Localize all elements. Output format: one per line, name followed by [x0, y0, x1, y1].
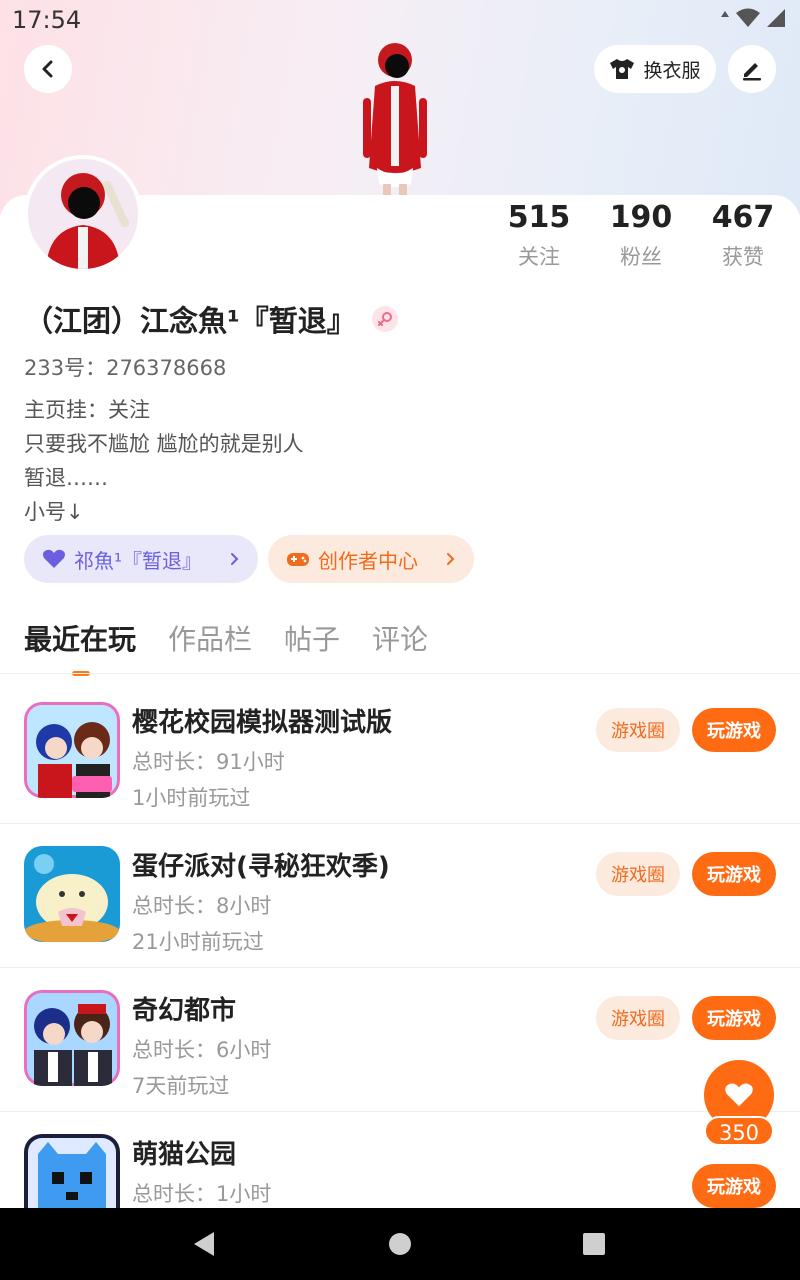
tab-recently-played[interactable]: 最近在玩 — [24, 618, 137, 676]
back-button[interactable] — [24, 45, 72, 93]
chevron-right-icon — [231, 553, 239, 565]
creator-center-label: 创作者中心 — [318, 548, 418, 573]
game-icon-cat-park — [24, 1134, 120, 1208]
game-title: 樱花校园模拟器测试版 — [132, 708, 393, 738]
tshirt-icon — [610, 59, 635, 79]
game-icon-eggy-party — [24, 846, 120, 942]
tab-posts[interactable]: 帖子 — [284, 618, 340, 658]
stat-following-label: 关注 — [518, 245, 560, 269]
stat-followers-label: 粉丝 — [620, 245, 662, 269]
profile-tabs: 最近在玩 作品栏 帖子 评论 — [24, 618, 428, 676]
tab-recently-played-label: 最近在玩 — [24, 623, 137, 656]
stat-likes-value: 467 — [711, 200, 775, 235]
friend-link-label: 祁魚¹『暂退』 — [74, 548, 203, 573]
like-count-badge: 350 — [704, 1116, 774, 1146]
game-duration: 总时长：91小时 — [132, 750, 285, 774]
system-navigation-bar — [0, 1208, 800, 1280]
game-circle-button[interactable]: 游戏圈 — [596, 708, 680, 752]
tab-comments-label: 评论 — [372, 623, 429, 656]
change-outfit-button[interactable]: 换衣服 — [594, 45, 716, 93]
stat-followers[interactable]: 190 粉丝 — [591, 200, 691, 271]
game-title: 蛋仔派对(寻秘狂欢季) — [132, 852, 390, 882]
stat-followers-value: 190 — [609, 200, 673, 235]
change-outfit-label: 换衣服 — [643, 59, 701, 82]
game-last-played: 21小时前玩过 — [132, 930, 264, 954]
creator-center-pill[interactable]: 创作者中心 — [268, 535, 474, 583]
battery-icon — [767, 9, 785, 27]
game-title: 萌猫公园 — [132, 1140, 237, 1170]
profile-bio: 主页挂：关注 只要我不尴尬 尴尬的就是别人 暂退…… 小号↓ — [24, 393, 304, 529]
female-gender-icon — [371, 306, 398, 332]
game-list-item[interactable]: 樱花校园模拟器测试版 总时长：91小时 1小时前玩过 游戏圈 玩游戏 — [0, 680, 800, 824]
game-icon-fantasy-city — [24, 990, 120, 1086]
bio-line: 主页挂：关注 — [24, 398, 150, 422]
game-circle-button[interactable]: 游戏圈 — [596, 996, 680, 1040]
avatar-image — [28, 159, 138, 269]
bio-line: 暂退…… — [24, 466, 108, 490]
play-game-button[interactable]: 玩游戏 — [692, 1164, 776, 1208]
game-list-item[interactable]: 萌猫公园 总时长：1小时 玩游戏 — [0, 1112, 800, 1208]
game-title: 奇幻都市 — [132, 996, 237, 1026]
play-game-button[interactable]: 玩游戏 — [692, 996, 776, 1040]
avatar-character-figure — [363, 43, 427, 196]
game-duration: 总时长：8小时 — [132, 894, 272, 918]
game-last-played: 1小时前玩过 — [132, 786, 251, 810]
bio-line: 小号↓ — [24, 500, 84, 524]
game-list-item[interactable]: 蛋仔派对(寻秘狂欢季) 总时长：8小时 21小时前玩过 游戏圈 玩游戏 — [0, 824, 800, 968]
bio-line: 只要我不尴尬 尴尬的就是别人 — [24, 432, 304, 456]
nav-back-icon[interactable] — [190, 1230, 218, 1258]
status-icons — [720, 8, 786, 28]
chevron-left-icon — [42, 60, 53, 78]
status-time: 17:54 — [12, 6, 82, 34]
tab-posts-label: 帖子 — [284, 623, 341, 656]
tab-comments[interactable]: 评论 — [372, 618, 428, 658]
game-list-item[interactable]: 奇幻都市 总时长：6小时 7天前玩过 游戏圈 玩游戏 — [0, 968, 800, 1112]
game-circle-button[interactable]: 游戏圈 — [596, 852, 680, 896]
game-duration: 总时长：6小时 — [132, 1038, 272, 1062]
profile-uid: 233号：276378668 — [24, 356, 227, 380]
heart-icon — [43, 549, 65, 568]
nav-home-icon[interactable] — [388, 1230, 412, 1258]
pencil-icon — [743, 63, 761, 81]
profile-username-row: （江团）江念魚¹『暂退』 — [24, 298, 398, 340]
game-icon-sakura — [24, 702, 120, 798]
tabs-divider — [0, 673, 800, 674]
play-game-button[interactable]: 玩游戏 — [692, 708, 776, 752]
avatar[interactable] — [24, 155, 142, 273]
game-duration: 总时长：1小时 — [132, 1182, 272, 1206]
friend-link-pill[interactable]: 祁魚¹『暂退』 — [24, 535, 258, 583]
stat-likes[interactable]: 467 获赞 — [693, 200, 793, 271]
chevron-right-icon — [447, 553, 455, 565]
tab-works-label: 作品栏 — [168, 623, 253, 656]
heart-icon — [725, 1083, 753, 1107]
game-last-played: 7天前玩过 — [132, 1074, 230, 1098]
wifi-icon — [736, 8, 760, 27]
play-game-button[interactable]: 玩游戏 — [692, 852, 776, 896]
status-bar: 17:54 — [0, 0, 800, 40]
profile-username: （江团）江念魚¹『暂退』 — [24, 304, 356, 338]
tab-works[interactable]: 作品栏 — [168, 618, 252, 658]
stat-following[interactable]: 515 关注 — [489, 200, 589, 271]
edit-profile-button[interactable] — [728, 45, 776, 93]
nav-recents-icon[interactable] — [582, 1230, 606, 1258]
gamepad-icon — [287, 553, 309, 566]
network-icon — [721, 11, 729, 17]
stat-likes-label: 获赞 — [722, 245, 764, 269]
stat-following-value: 515 — [507, 200, 571, 235]
